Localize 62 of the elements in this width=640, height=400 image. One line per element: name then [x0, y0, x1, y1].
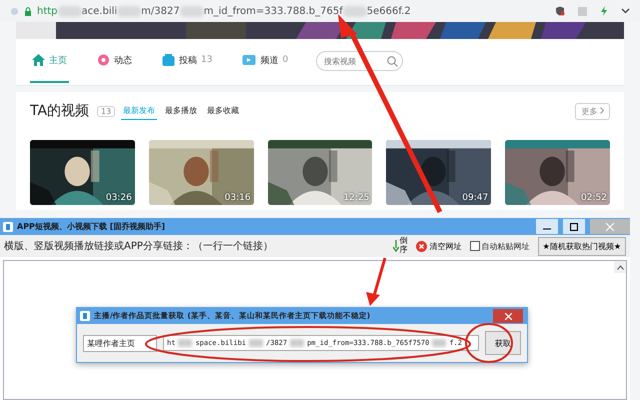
maximize-button[interactable]	[563, 219, 585, 234]
url-text: m/3827	[141, 6, 180, 16]
url-text: http	[37, 6, 58, 16]
close-icon	[606, 222, 614, 230]
annotation-circle	[465, 323, 513, 363]
box-icon	[162, 54, 175, 66]
prompt-label: 横版、竖版视频播放链接或APP分享链接：（一行一个链接）	[4, 240, 273, 253]
home-icon	[32, 54, 45, 66]
random-hot-button[interactable]: ★随机获取热门视频★	[538, 236, 626, 256]
sort-tab[interactable]: 最多收藏	[205, 102, 242, 120]
duration-label: 09:47	[462, 193, 488, 203]
link-text-area[interactable]	[3, 260, 627, 400]
nav-tab[interactable]: 频道 0	[240, 39, 290, 83]
duration-label: 12:25	[343, 193, 370, 203]
search-icon	[387, 56, 398, 66]
url-text: 5e666f.2	[366, 6, 411, 16]
app-icon	[3, 222, 13, 232]
blur-mark	[249, 339, 264, 347]
shield-icon[interactable]	[555, 6, 565, 16]
checkbox-label: 自动粘贴网址	[482, 240, 530, 252]
close-icon	[416, 240, 427, 252]
checkbox[interactable]	[470, 241, 480, 251]
search-field[interactable]: 搜索视频	[316, 51, 404, 71]
reverse-button[interactable]: 倒序	[392, 237, 408, 255]
blur-mark	[180, 6, 204, 16]
blur-mark	[178, 339, 192, 347]
blur-mark	[290, 339, 304, 347]
annotation-arrow	[366, 258, 386, 306]
chevron-up-icon	[616, 264, 624, 270]
window-title: APP短视频、小视频下载 [固乔视频助手]	[17, 221, 166, 232]
maximize-icon	[570, 222, 578, 230]
close-button[interactable]	[493, 309, 523, 323]
nav-tab[interactable]: 投稿 13	[160, 39, 214, 83]
blur-mark	[58, 6, 82, 16]
minimize-button[interactable]	[536, 219, 558, 234]
app-icon	[80, 311, 90, 321]
close-icon	[504, 312, 512, 320]
lightning-icon[interactable]	[600, 6, 608, 16]
blur-mark	[117, 6, 142, 16]
url-text: ace.bili	[82, 6, 118, 16]
chevron-down-icon[interactable]	[621, 8, 630, 14]
more-button[interactable]: 更多	[575, 102, 610, 120]
source-dropdown[interactable]: 某哩作者主页	[83, 334, 157, 352]
auto-paste-checkbox[interactable]: 自动粘贴网址	[470, 240, 530, 252]
fetch-button[interactable]: 获取	[485, 331, 521, 355]
nav-tab[interactable]: 动态	[95, 39, 134, 83]
lock-icon	[24, 6, 32, 16]
duration-label: 03:16	[224, 193, 251, 203]
count-badge: 13	[97, 106, 116, 116]
chevron-right-icon	[600, 106, 604, 114]
screen-icon	[242, 54, 256, 66]
url-text: m_id_from=333.788.b_765f	[204, 6, 343, 16]
scrollbar[interactable]	[614, 261, 626, 273]
sort-tab[interactable]: 最多播放	[163, 102, 200, 120]
blur-mark	[342, 6, 367, 16]
blur-mark	[432, 339, 446, 347]
globe-icon	[10, 6, 19, 16]
arrow-down-icon	[392, 240, 399, 252]
section-title: TA的视频	[30, 102, 90, 120]
duration-label: 02:52	[581, 193, 607, 203]
duration-label: 03:26	[106, 193, 132, 203]
clear-button[interactable]: 清空网址	[416, 240, 462, 252]
